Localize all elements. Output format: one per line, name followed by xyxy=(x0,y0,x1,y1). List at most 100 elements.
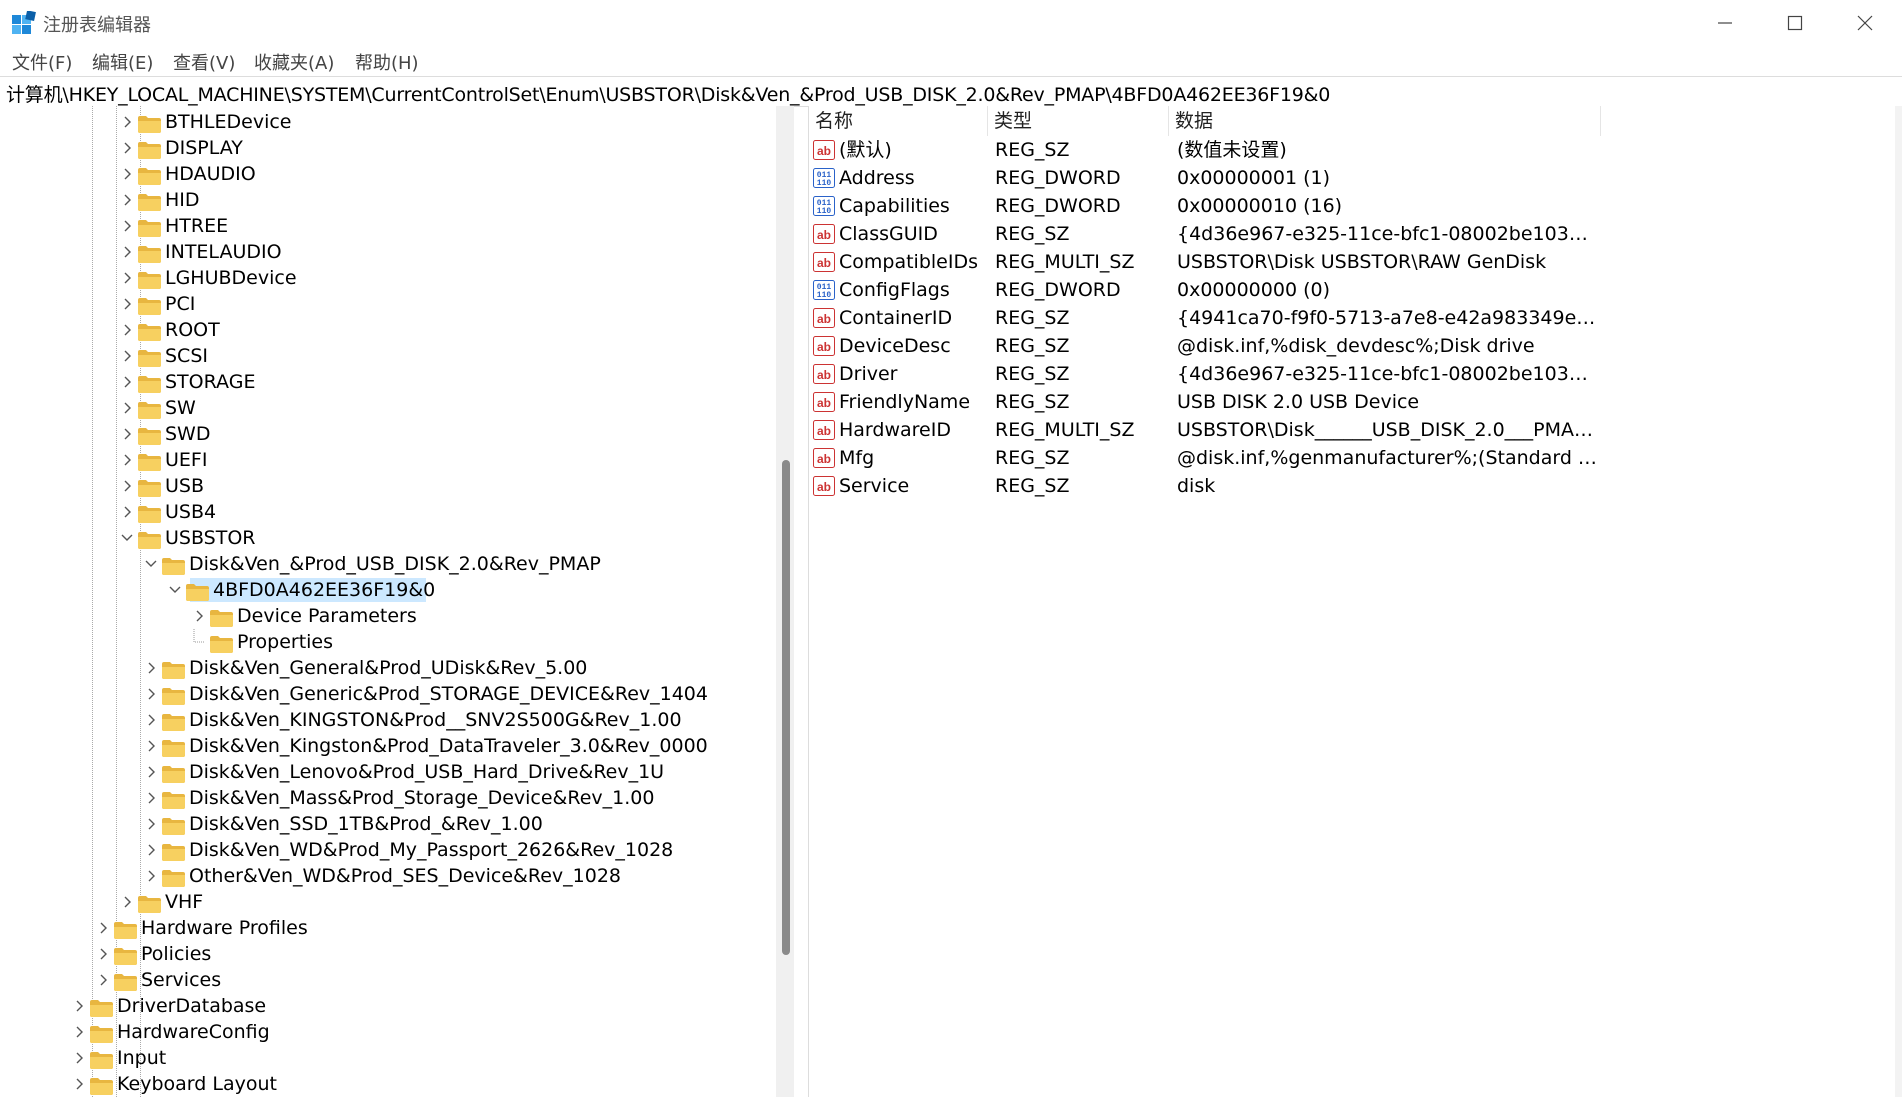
tree-node[interactable]: LGHUBDevice xyxy=(0,265,776,291)
value-row[interactable]: ab FriendlyName REG_SZ USB DISK 2.0 USB Dev… xyxy=(809,388,1894,416)
address-path[interactable]: 计算机\HKEY_LOCAL_MACHINE\SYSTEM\CurrentCon… xyxy=(6,80,1330,107)
column-header-type[interactable]: 类型 xyxy=(988,106,1169,136)
value-row[interactable]: ab Driver REG_SZ {4d36e967-e325-11ce-bfc1-0… xyxy=(809,360,1894,388)
chevron-right-icon[interactable] xyxy=(144,785,158,811)
tree-node[interactable]: Other&Ven_WD&Prod_SES_Device&Rev_1028 xyxy=(0,863,776,889)
column-header-name[interactable]: 名称 xyxy=(809,106,988,136)
chevron-right-icon[interactable] xyxy=(120,421,134,447)
chevron-right-icon[interactable] xyxy=(72,993,86,1019)
chevron-right-icon[interactable] xyxy=(120,161,134,187)
tree-node[interactable]: Disk&Ven_Kingston&Prod_DataTraveler_3.0&… xyxy=(0,733,776,759)
tree-scrollbar-thumb[interactable] xyxy=(782,460,790,955)
tree-node[interactable]: Hardware Profiles xyxy=(0,915,776,941)
tree-node[interactable]: Input xyxy=(0,1045,776,1071)
tree-node[interactable]: HDAUDIO xyxy=(0,161,776,187)
menu-help[interactable]: 帮助(H) xyxy=(355,49,419,75)
chevron-down-icon[interactable] xyxy=(168,577,182,603)
tree-node[interactable]: Disk&Ven_WD&Prod_My_Passport_2626&Rev_10… xyxy=(0,837,776,863)
tree-node[interactable]: UEFI xyxy=(0,447,776,473)
chevron-right-icon[interactable] xyxy=(120,239,134,265)
chevron-right-icon[interactable] xyxy=(144,707,158,733)
tree-node[interactable]: DISPLAY xyxy=(0,135,776,161)
menu-favorites[interactable]: 收藏夹(A) xyxy=(254,49,334,75)
chevron-right-icon[interactable] xyxy=(120,109,134,135)
value-row[interactable]: ab ClassGUID REG_SZ {4d36e967-e325-11ce-bfc… xyxy=(809,220,1894,248)
chevron-right-icon[interactable] xyxy=(120,187,134,213)
tree-node[interactable]: BTHLEDevice xyxy=(0,109,776,135)
value-row[interactable]: ab Mfg REG_SZ @disk.inf,%genmanufacturer%;(… xyxy=(809,444,1894,472)
chevron-right-icon[interactable] xyxy=(120,369,134,395)
value-row[interactable]: ab CompatibleIDs REG_MULTI_SZ USBSTOR\Disk … xyxy=(809,248,1894,276)
tree-node[interactable]: Device Parameters xyxy=(0,603,776,629)
close-button[interactable] xyxy=(1830,0,1900,45)
maximize-button[interactable] xyxy=(1760,0,1830,45)
tree-node[interactable]: HTREE xyxy=(0,213,776,239)
tree-node[interactable]: Disk&Ven_Lenovo&Prod_USB_Hard_Drive&Rev_… xyxy=(0,759,776,785)
tree-node[interactable]: Disk&Ven_Mass&Prod_Storage_Device&Rev_1.… xyxy=(0,785,776,811)
chevron-down-icon[interactable] xyxy=(120,525,134,551)
chevron-right-icon[interactable] xyxy=(72,1071,86,1097)
tree-node[interactable]: HardwareConfig xyxy=(0,1019,776,1045)
tree-node[interactable]: VHF xyxy=(0,889,776,915)
chevron-right-icon[interactable] xyxy=(120,291,134,317)
chevron-right-icon[interactable] xyxy=(144,759,158,785)
menu-edit[interactable]: 编辑(E) xyxy=(92,49,153,75)
chevron-right-icon[interactable] xyxy=(192,603,206,629)
tree-node[interactable]: Disk&Ven_&Prod_USB_DISK_2.0&Rev_PMAP xyxy=(0,551,776,577)
tree-node[interactable]: USB xyxy=(0,473,776,499)
minimize-button[interactable] xyxy=(1690,0,1760,45)
value-row[interactable]: 011 110 Address REG_DWORD 0x00000001 (1) xyxy=(809,164,1894,192)
menu-file[interactable]: 文件(F) xyxy=(12,49,72,75)
column-header-data[interactable]: 数据 xyxy=(1169,106,1601,136)
value-row[interactable]: 011 110 Capabilities REG_DWORD 0x00000010 (1… xyxy=(809,192,1894,220)
chevron-right-icon[interactable] xyxy=(120,317,134,343)
chevron-right-icon[interactable] xyxy=(120,135,134,161)
chevron-right-icon[interactable] xyxy=(144,811,158,837)
chevron-right-icon[interactable] xyxy=(120,447,134,473)
tree-node[interactable]: Disk&Ven_General&Prod_UDisk&Rev_5.00 xyxy=(0,655,776,681)
key-tree[interactable]: BTHLEDevice DISPLAY HDAUDIO HID HTREE INTELAU… xyxy=(0,106,794,1097)
tree-node[interactable]: ROOT xyxy=(0,317,776,343)
chevron-right-icon[interactable] xyxy=(120,473,134,499)
value-row[interactable]: ab (默认) REG_SZ (数值未设置) xyxy=(809,136,1894,164)
tree-node[interactable]: PCI xyxy=(0,291,776,317)
tree-node[interactable]: HID xyxy=(0,187,776,213)
tree-node[interactable]: Disk&Ven_Generic&Prod_STORAGE_DEVICE&Rev… xyxy=(0,681,776,707)
chevron-right-icon[interactable] xyxy=(96,967,110,993)
chevron-right-icon[interactable] xyxy=(120,499,134,525)
chevron-right-icon[interactable] xyxy=(144,655,158,681)
tree-node[interactable]: Keyboard Layout xyxy=(0,1071,776,1097)
chevron-right-icon[interactable] xyxy=(96,915,110,941)
value-row[interactable]: ab DeviceDesc REG_SZ @disk.inf,%disk_devdes… xyxy=(809,332,1894,360)
tree-node[interactable]: DriverDatabase xyxy=(0,993,776,1019)
chevron-right-icon[interactable] xyxy=(120,889,134,915)
menu-view[interactable]: 查看(V) xyxy=(173,49,235,75)
chevron-right-icon[interactable] xyxy=(120,213,134,239)
tree-node[interactable]: USBSTOR xyxy=(0,525,776,551)
value-row[interactable]: ab Service REG_SZ disk xyxy=(809,472,1894,500)
tree-node[interactable]: Disk&Ven_SSD_1TB&Prod_&Rev_1.00 xyxy=(0,811,776,837)
chevron-right-icon[interactable] xyxy=(120,265,134,291)
tree-node[interactable]: 4BFD0A462EE36F19&0 xyxy=(0,577,776,603)
chevron-right-icon[interactable] xyxy=(72,1019,86,1045)
address-bar[interactable]: 计算机\HKEY_LOCAL_MACHINE\SYSTEM\CurrentCon… xyxy=(0,76,1902,107)
tree-node[interactable]: INTELAUDIO xyxy=(0,239,776,265)
tree-node[interactable]: SCSI xyxy=(0,343,776,369)
value-row[interactable]: 011 110 ConfigFlags REG_DWORD 0x00000000 (0) xyxy=(809,276,1894,304)
chevron-right-icon[interactable] xyxy=(96,941,110,967)
chevron-down-icon[interactable] xyxy=(144,551,158,577)
chevron-right-icon[interactable] xyxy=(144,837,158,863)
chevron-right-icon[interactable] xyxy=(72,1045,86,1071)
tree-node[interactable]: SW xyxy=(0,395,776,421)
value-row[interactable]: ab ContainerID REG_SZ {4941ca70-f9f0-5713-a… xyxy=(809,304,1894,332)
value-row[interactable]: ab HardwareID REG_MULTI_SZ USBSTOR\Disk____… xyxy=(809,416,1894,444)
chevron-right-icon[interactable] xyxy=(144,863,158,889)
tree-node[interactable]: Disk&Ven_KINGSTON&Prod__SNV2S500G&Rev_1.… xyxy=(0,707,776,733)
tree-node[interactable]: STORAGE xyxy=(0,369,776,395)
tree-node[interactable]: Services xyxy=(0,967,776,993)
chevron-right-icon[interactable] xyxy=(120,395,134,421)
values-list[interactable]: 名称 类型 数据 ab (默认) REG_SZ (数值未设置) 011 110 Addres… xyxy=(808,106,1902,1097)
tree-node[interactable]: SWD xyxy=(0,421,776,447)
tree-node[interactable]: Properties xyxy=(0,629,776,655)
chevron-right-icon[interactable] xyxy=(144,733,158,759)
